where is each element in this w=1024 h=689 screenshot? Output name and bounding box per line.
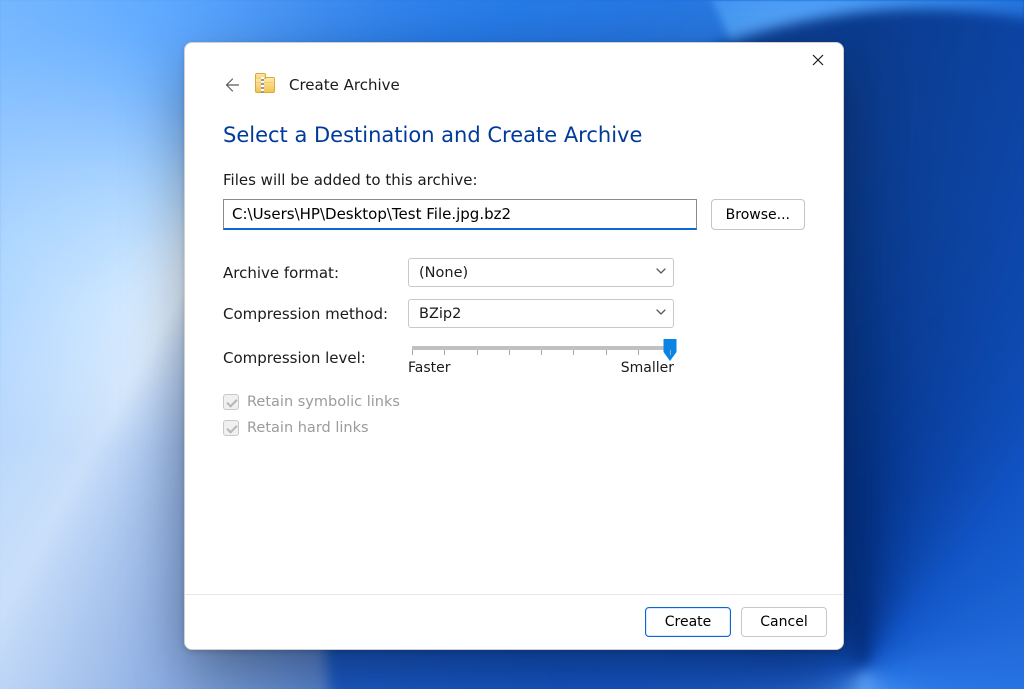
chevron-down-icon [655,265,667,281]
dialog-footer: Create Cancel [185,594,843,649]
page-heading: Select a Destination and Create Archive [223,123,805,147]
chevron-down-icon [655,306,667,322]
dialog-content: Select a Destination and Create Archive … [185,95,843,594]
compression-level-label: Compression level: [223,349,408,367]
retain-hard-links-checkbox: Retain hard links [223,420,805,436]
browse-button[interactable]: Browse... [711,199,805,230]
link-options: Retain symbolic links Retain hard links [223,394,805,436]
create-archive-dialog: Create Archive Select a Destination and … [184,42,844,650]
dialog-title: Create Archive [289,76,400,94]
compression-method-label: Compression method: [223,305,408,323]
archive-options: Archive format: (None) Compression metho… [223,258,805,376]
compression-level-slider-area: Faster Smaller [408,340,674,376]
archive-folder-icon [255,77,275,93]
close-icon [812,54,824,66]
destination-path-input[interactable] [223,199,697,230]
dialog-titlebar [185,43,843,77]
close-button[interactable] [795,45,841,75]
create-button[interactable]: Create [645,607,731,637]
slider-ticks [412,350,670,358]
retain-hard-links-label: Retain hard links [247,420,369,436]
archive-format-select[interactable]: (None) [408,258,674,287]
compression-method-value: BZip2 [419,306,461,322]
archive-format-value: (None) [419,265,468,281]
back-button[interactable] [221,75,241,95]
checkbox-icon [223,394,239,410]
compression-method-select[interactable]: BZip2 [408,299,674,328]
retain-symbolic-links-checkbox: Retain symbolic links [223,394,805,410]
destination-row: Browse... [223,199,805,230]
checkbox-icon [223,420,239,436]
archive-format-label: Archive format: [223,264,408,282]
cancel-button[interactable]: Cancel [741,607,827,637]
slider-smaller-label: Smaller [621,360,674,376]
page-subtitle: Files will be added to this archive: [223,171,805,189]
dialog-header: Create Archive [185,75,843,95]
back-arrow-icon [222,76,240,94]
retain-symbolic-links-label: Retain symbolic links [247,394,400,410]
slider-faster-label: Faster [408,360,451,376]
